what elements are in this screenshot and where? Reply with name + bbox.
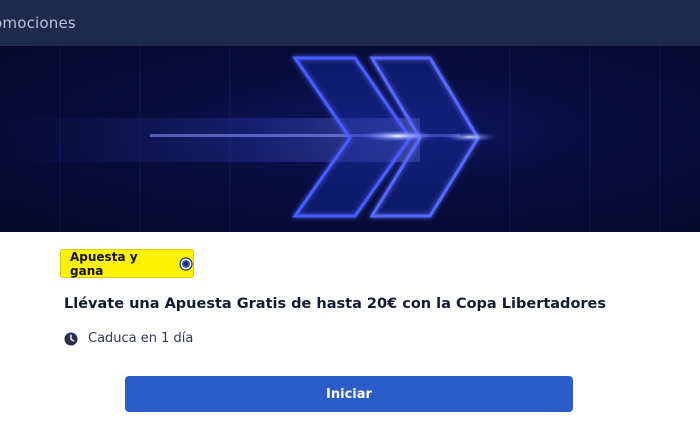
clock-icon (64, 332, 78, 346)
badge-label: Apuesta y gana (70, 249, 138, 278)
double-chevron-arrow-graphic (0, 46, 661, 232)
top-header: omociones (0, 0, 700, 46)
expiry-text: Caduca en 1 día (88, 331, 194, 346)
section-title: omociones (0, 14, 76, 32)
start-button[interactable]: Iniciar (125, 376, 573, 412)
promo-category-badge: Apuesta y gana (60, 249, 194, 278)
promo-title: Llévate una Apuesta Gratis de hasta 20€ … (64, 296, 607, 312)
soccer-ball-icon (179, 256, 193, 271)
promo-banner-image (0, 46, 700, 232)
expiry-info: Caduca en 1 día (64, 331, 193, 346)
